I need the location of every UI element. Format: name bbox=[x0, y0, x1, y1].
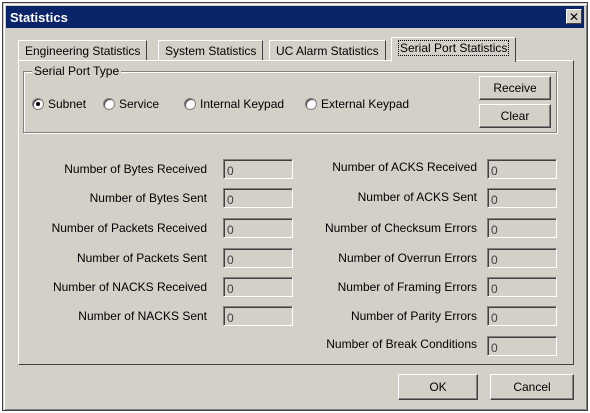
radio-unselected-icon bbox=[184, 98, 196, 110]
tab-system-statistics[interactable]: System Statistics bbox=[158, 40, 264, 61]
stat-label: Number of NACKS Sent bbox=[78, 309, 207, 323]
stat-label: Number of Overrun Errors bbox=[338, 251, 477, 265]
parity-errors-field: 0 bbox=[487, 306, 557, 326]
stat-label: Number of ACKS Sent bbox=[357, 190, 477, 204]
stat-label: Number of Checksum Errors bbox=[324, 221, 477, 235]
break-conditions-field: 0 bbox=[487, 336, 557, 356]
tab-engineering-statistics[interactable]: Engineering Statistics bbox=[18, 40, 148, 61]
bytes-received-field: 0 bbox=[223, 159, 293, 179]
radio-unselected-icon bbox=[103, 98, 115, 110]
serial-port-statistics-panel: Serial Port Type Subnet Service Internal… bbox=[18, 60, 574, 365]
cancel-button[interactable]: Cancel bbox=[490, 374, 574, 400]
stat-label: Number of Packets Received bbox=[51, 221, 207, 235]
window-title: Statistics bbox=[10, 10, 68, 25]
acks-received-field: 0 bbox=[487, 159, 557, 179]
framing-errors-field: 0 bbox=[487, 277, 557, 297]
nacks-received-field: 0 bbox=[223, 277, 293, 297]
stat-label: Number of Parity Errors bbox=[350, 309, 477, 323]
title-bar: Statistics ✕ bbox=[6, 6, 584, 28]
radio-external-keypad[interactable]: External Keypad bbox=[305, 97, 409, 111]
stat-label: Number of Bytes Received bbox=[64, 162, 207, 176]
radio-selected-icon bbox=[32, 98, 44, 110]
serial-port-type-group: Serial Port Type Subnet Service Internal… bbox=[23, 64, 557, 133]
tab-serial-port-statistics[interactable]: Serial Port Statistics bbox=[391, 37, 517, 62]
checksum-errors-field: 0 bbox=[487, 218, 557, 238]
radio-service[interactable]: Service bbox=[103, 97, 159, 111]
tab-label: Engineering Statistics bbox=[25, 44, 141, 58]
stat-label: Number of NACKS Received bbox=[52, 280, 207, 294]
packets-received-field: 0 bbox=[223, 218, 293, 238]
receive-button[interactable]: Receive bbox=[479, 76, 551, 100]
stat-label: Number of Framing Errors bbox=[337, 280, 477, 294]
close-icon[interactable]: ✕ bbox=[566, 9, 582, 24]
radio-unselected-icon bbox=[305, 98, 317, 110]
ok-button[interactable]: OK bbox=[398, 374, 478, 400]
nacks-sent-field: 0 bbox=[223, 306, 293, 326]
bytes-sent-field: 0 bbox=[223, 188, 293, 208]
stat-label: Number of Packets Sent bbox=[76, 251, 207, 265]
stat-label: Number of Break Conditions bbox=[326, 337, 477, 351]
radio-subnet[interactable]: Subnet bbox=[32, 97, 86, 111]
group-label: Serial Port Type bbox=[32, 64, 122, 78]
stat-label: Number of ACKS Received bbox=[332, 160, 477, 174]
packets-sent-field: 0 bbox=[223, 248, 293, 268]
acks-sent-field: 0 bbox=[487, 188, 557, 208]
tab-label: Serial Port Statistics bbox=[398, 40, 510, 56]
tab-uc-alarm-statistics[interactable]: UC Alarm Statistics bbox=[269, 40, 386, 61]
clear-button[interactable]: Clear bbox=[479, 104, 551, 128]
stat-label: Number of Bytes Sent bbox=[89, 191, 207, 205]
overrun-errors-field: 0 bbox=[487, 248, 557, 268]
radio-internal-keypad[interactable]: Internal Keypad bbox=[184, 97, 284, 111]
tab-label: UC Alarm Statistics bbox=[276, 44, 379, 58]
tab-label: System Statistics bbox=[165, 44, 257, 58]
